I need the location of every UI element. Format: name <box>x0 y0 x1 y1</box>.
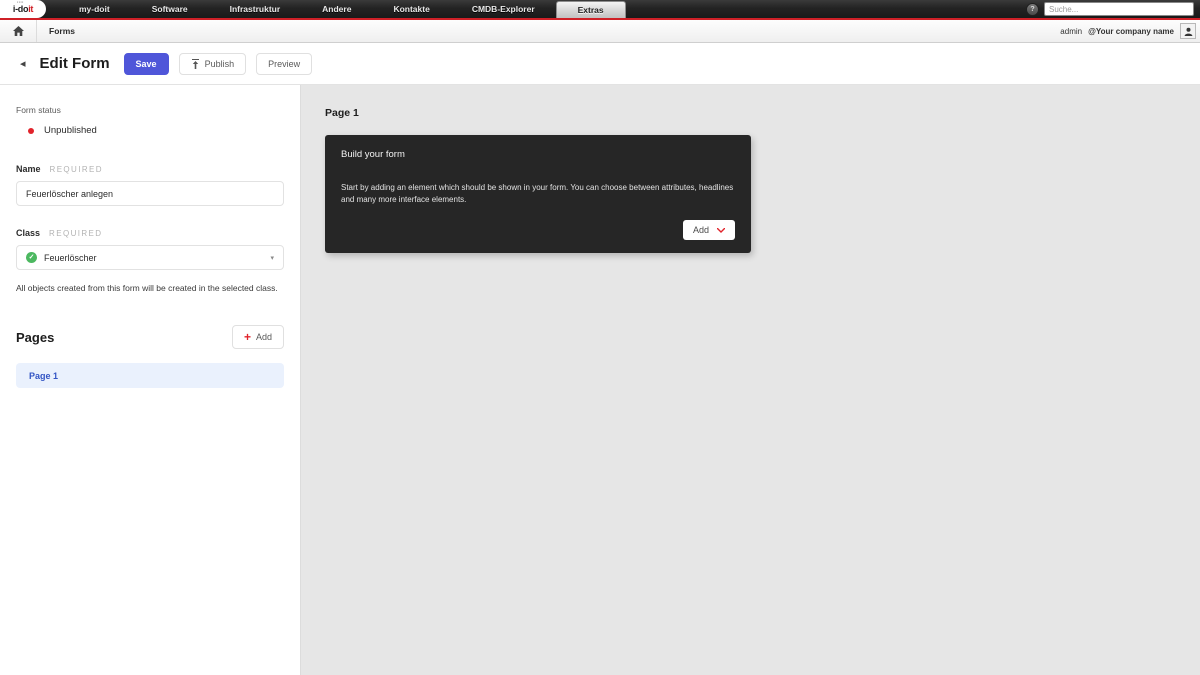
pages-section-header: Pages + Add <box>16 325 284 349</box>
nav-item-extras[interactable]: Extras <box>555 1 626 24</box>
nav-item-andere[interactable]: Andere <box>301 0 372 18</box>
save-button[interactable]: Save <box>123 52 169 75</box>
status-badge: Unpublished <box>16 125 284 136</box>
form-settings-sidebar: Form status Unpublished Name REQUIRED Fe… <box>0 85 301 675</box>
search-input[interactable]: Suche... <box>1044 2 1194 16</box>
publish-button[interactable]: Publish <box>178 52 247 75</box>
top-navigation-bar: ···· i-do it my-doit Software Infrastrukt… <box>0 0 1200 24</box>
name-label: Name <box>16 164 41 174</box>
nav-item-software[interactable]: Software <box>131 0 209 18</box>
name-field-label-row: Name REQUIRED <box>16 164 284 174</box>
chevron-down-icon: ▾ <box>270 254 274 262</box>
preview-button[interactable]: Preview <box>256 52 313 75</box>
upload-icon <box>191 58 200 69</box>
class-field-label-row: Class REQUIRED <box>16 228 284 238</box>
build-form-title: Build your form <box>341 149 405 160</box>
list-item[interactable]: Page 1 <box>16 363 284 388</box>
pages-title: Pages <box>16 329 55 345</box>
help-icon[interactable]: ? <box>1026 2 1039 16</box>
form-status-label: Form status <box>16 105 61 115</box>
breadcrumb-item-forms[interactable]: Forms <box>37 26 87 36</box>
avatar[interactable] <box>1180 23 1196 39</box>
add-page-button[interactable]: + Add <box>231 325 284 349</box>
add-page-label: Add <box>255 332 272 342</box>
content-area: Form status Unpublished Name REQUIRED Fe… <box>0 85 1200 675</box>
breadcrumb-bar: Forms admin @Your company name <box>0 20 1200 43</box>
build-form-description: Start by adding an element which should … <box>341 183 734 204</box>
class-select-value: Feuerlöscher <box>44 252 97 263</box>
class-select[interactable]: ✓ Feuerlöscher ▾ <box>16 245 284 270</box>
nav-right-group: ? Suche... <box>1026 0 1200 18</box>
nav-item-list: my-doit Software Infrastruktur Andere Ko… <box>58 0 1026 24</box>
build-form-footer: Add <box>341 220 735 240</box>
nav-item-my-doit[interactable]: my-doit <box>58 0 131 18</box>
breadcrumb-user-area: admin @Your company name <box>1060 20 1196 42</box>
home-icon[interactable] <box>0 20 37 42</box>
current-user: admin <box>1060 26 1083 36</box>
class-required-tag: REQUIRED <box>49 229 103 238</box>
logo-text-accent: it <box>28 4 34 14</box>
status-value: Unpublished <box>44 125 97 136</box>
logo-dots: ···· <box>17 0 24 6</box>
company-name: @Your company name <box>1088 26 1174 36</box>
nav-item-cmdb-explorer[interactable]: CMDB-Explorer <box>451 0 556 18</box>
back-arrow-icon[interactable]: ◂ <box>16 57 30 70</box>
nav-item-kontakte[interactable]: Kontakte <box>372 0 450 18</box>
build-form-panel: Build your form Start by adding an eleme… <box>325 135 751 253</box>
form-canvas: Page 1 Build your form Start by adding a… <box>301 85 1200 675</box>
name-required-tag: REQUIRED <box>49 165 103 174</box>
page-header: ◂ Edit Form Save Publish Preview <box>0 43 1200 85</box>
status-dot-icon <box>28 127 34 134</box>
nav-item-infrastruktur[interactable]: Infrastruktur <box>209 0 302 18</box>
name-input[interactable]: Feuerlöscher anlegen <box>16 181 284 206</box>
page-title: Edit Form <box>39 55 110 72</box>
publish-button-label: Publish <box>204 58 235 69</box>
check-circle-icon: ✓ <box>26 252 37 263</box>
plus-icon: + <box>243 330 251 344</box>
chevron-down-icon <box>717 227 725 233</box>
add-element-label: Add <box>692 225 709 235</box>
app-logo[interactable]: ···· i-do it <box>0 0 46 18</box>
class-helper-text: All objects created from this form will … <box>16 283 278 293</box>
add-element-dropdown-button[interactable]: Add <box>682 220 735 240</box>
canvas-page-heading: Page 1 <box>325 107 359 119</box>
class-label: Class <box>16 228 41 238</box>
